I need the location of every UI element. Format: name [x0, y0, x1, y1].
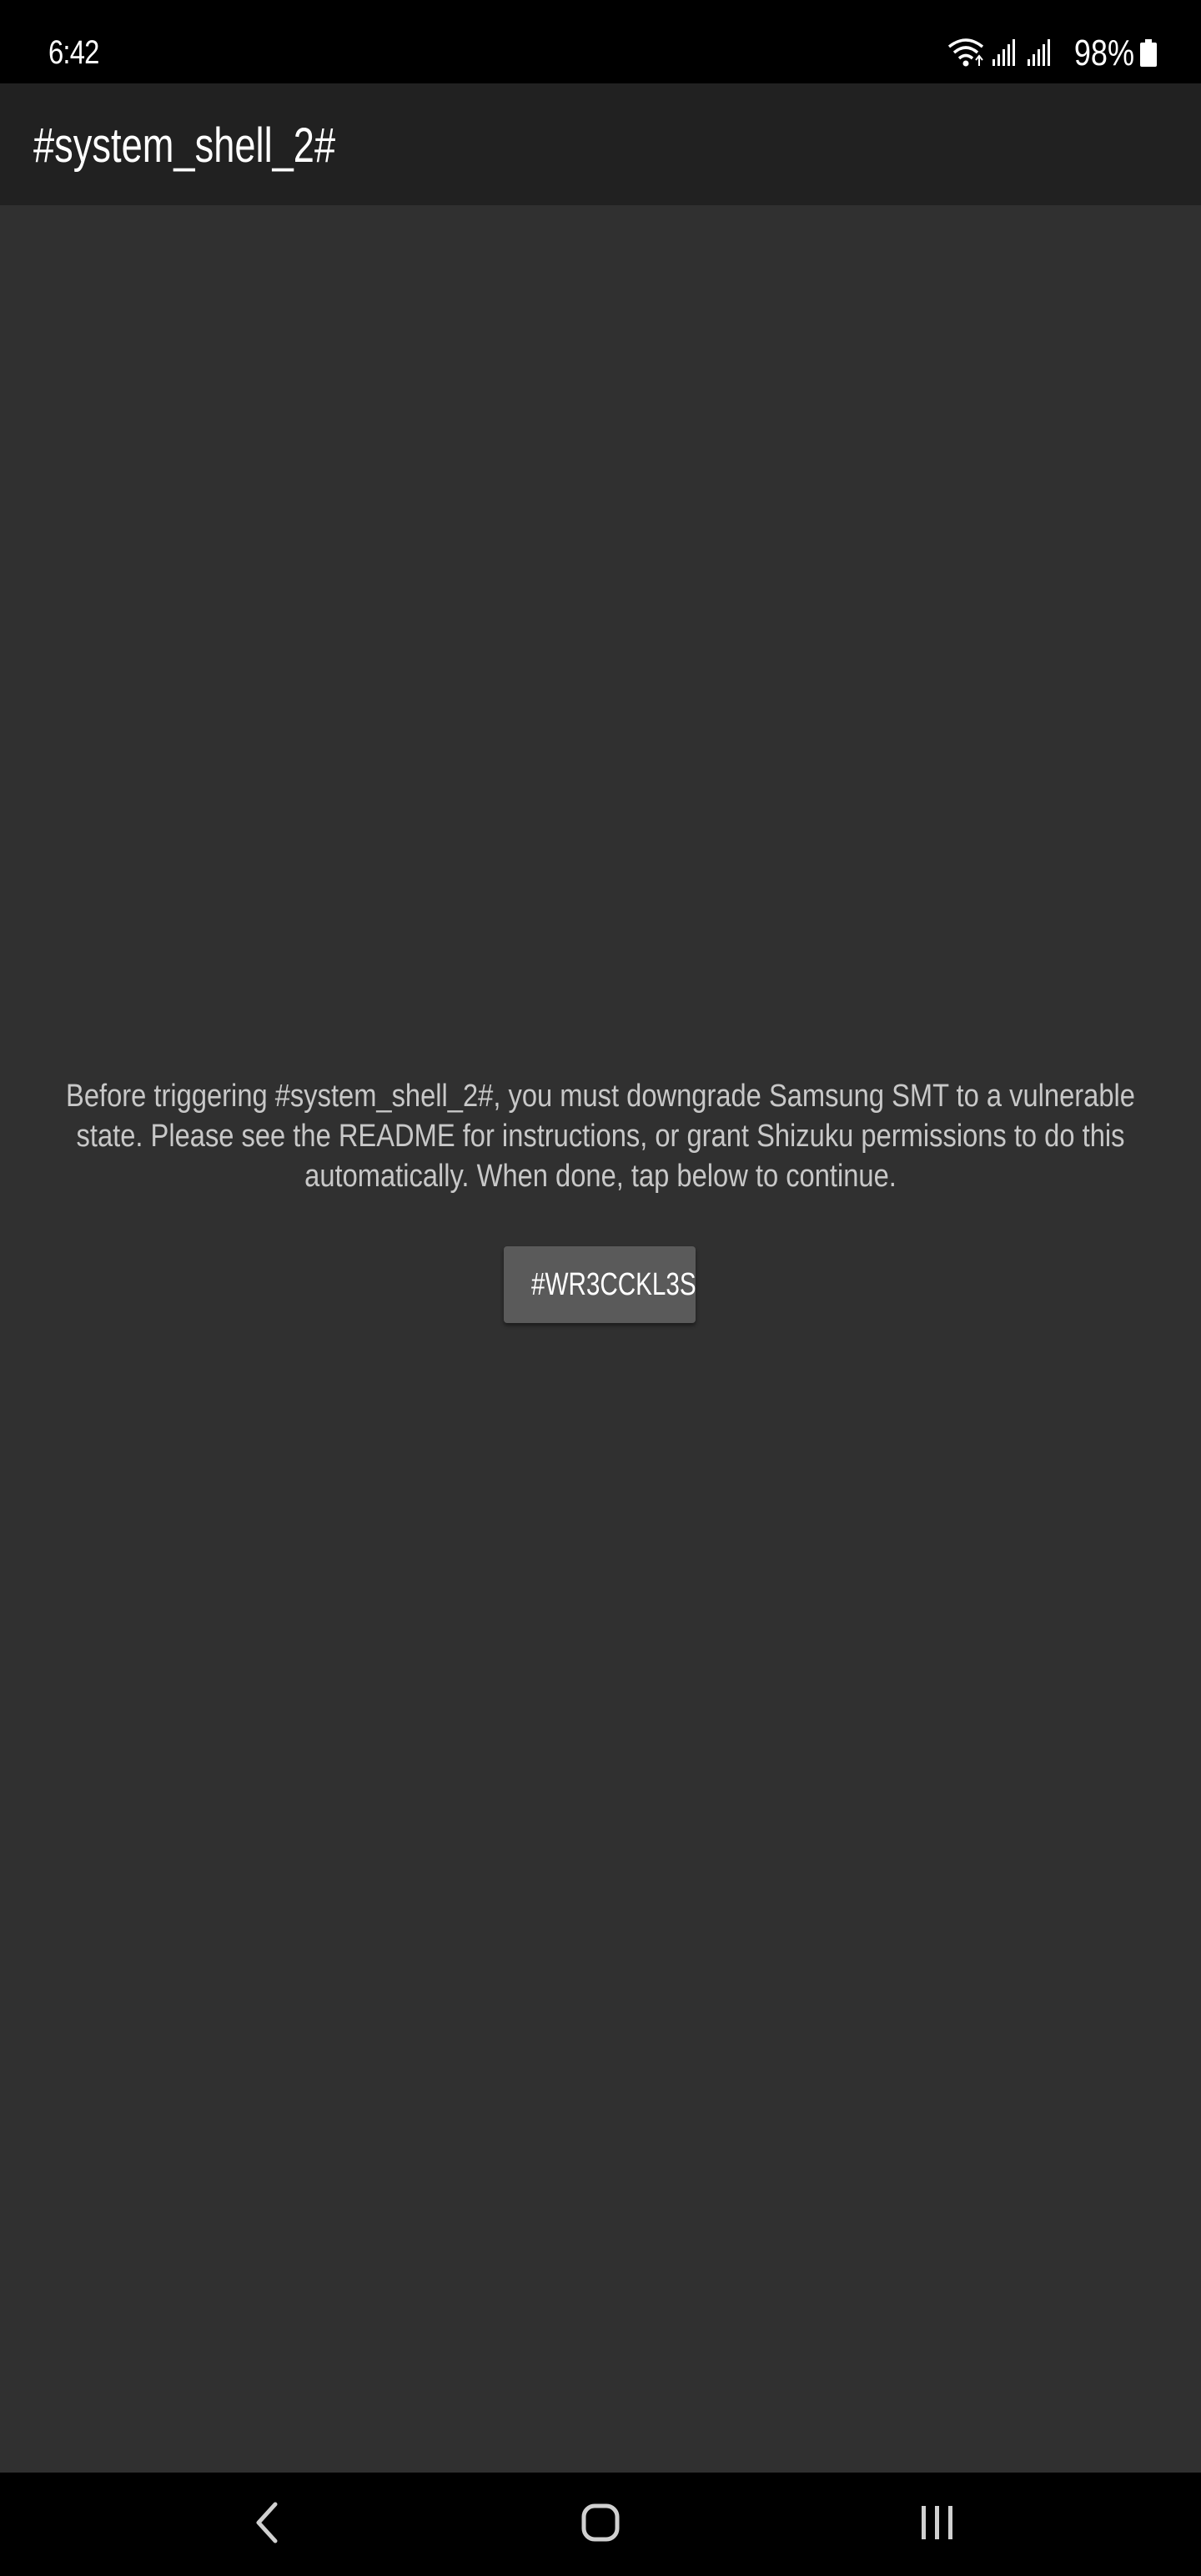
signal-icon	[1026, 39, 1051, 68]
back-icon	[250, 2501, 284, 2548]
navigation-bar	[0, 2473, 1201, 2576]
status-icons: 98%	[947, 30, 1158, 77]
app-bar: #system_shell_2#	[0, 83, 1201, 205]
battery-percent: 98%	[1073, 33, 1134, 73]
wifi-icon	[947, 37, 984, 70]
page-title: #system_shell_2#	[33, 118, 336, 173]
home-icon	[580, 2502, 621, 2548]
recents-button[interactable]	[854, 2473, 1021, 2576]
instructions-text: Before triggering #system_shell_2#, you …	[66, 1079, 1135, 1194]
status-bar: 6:42 98%	[0, 0, 1201, 83]
battery-icon	[1139, 39, 1158, 68]
status-time: 6:42	[48, 34, 99, 71]
continue-button-label: #WR3CCKL3SS#	[530, 1266, 696, 1302]
main-content: Before triggering #system_shell_2#, you …	[0, 205, 1201, 2473]
signal-icon	[991, 39, 1016, 68]
back-button[interactable]	[183, 2473, 350, 2576]
home-button[interactable]	[517, 2473, 684, 2576]
continue-button[interactable]: #WR3CCKL3SS#	[504, 1246, 696, 1323]
instructions-message: Before triggering #system_shell_2#, you …	[66, 1076, 1135, 1196]
screen: 6:42 98% #system_shell_2# Before trigger…	[0, 0, 1201, 2576]
recents-icon	[917, 2502, 958, 2548]
